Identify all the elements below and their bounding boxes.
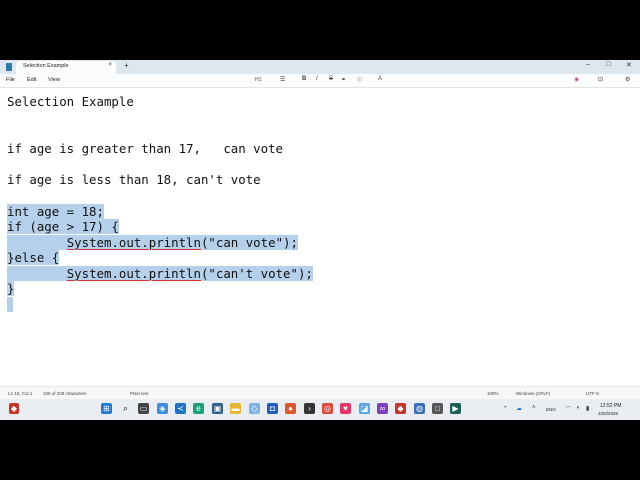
close-window-button[interactable]: ✕ bbox=[626, 61, 632, 69]
menu-file[interactable]: File bbox=[6, 77, 15, 83]
widgets-icon[interactable]: ◈ bbox=[157, 403, 168, 414]
bold-button[interactable]: B bbox=[302, 76, 306, 82]
volume-icon[interactable]: ◖ bbox=[576, 405, 580, 411]
battery-icon[interactable]: ▮ bbox=[586, 405, 589, 412]
format-indicator[interactable]: Plain text bbox=[130, 391, 149, 396]
zoom-level[interactable]: 100% bbox=[487, 391, 499, 396]
table-icon[interactable]: ⊞ bbox=[357, 76, 362, 83]
wifi-icon[interactable]: ◠ bbox=[566, 405, 571, 412]
share-icon[interactable]: ⊡ bbox=[598, 76, 603, 83]
outlook-icon[interactable]: ◘ bbox=[267, 403, 278, 414]
code-line-4: }else { bbox=[7, 250, 60, 265]
taskbar: ◆ ⊞ ⌕ ▭ ◈ ≺ e ▣ ▬ ◇ ◘ ● › ◎ ♥ ◪ ∞ ◆ ◍ □ … bbox=[0, 399, 640, 420]
tab-selection-example[interactable]: Selection Example × bbox=[16, 61, 116, 74]
app-icon[interactable]: ◪ bbox=[359, 403, 370, 414]
minimize-button[interactable]: – bbox=[586, 61, 590, 68]
clear-format-icon[interactable]: A bbox=[378, 76, 382, 82]
tab-close-icon[interactable]: × bbox=[108, 62, 112, 68]
terminal-icon[interactable]: › bbox=[304, 403, 315, 414]
firefox-icon[interactable]: ● bbox=[285, 403, 296, 414]
code-line-5: System.out.println("can't vote"); bbox=[7, 266, 313, 281]
cloud-icon[interactable]: ☁ bbox=[516, 405, 522, 412]
code-text: int age = 18; bbox=[7, 204, 104, 219]
search-icon[interactable]: ⌕ bbox=[120, 403, 131, 414]
link-icon[interactable]: ⚭ bbox=[341, 76, 346, 83]
selection-end-marker bbox=[7, 297, 13, 312]
menu-edit[interactable]: Edit bbox=[27, 77, 36, 83]
text-line-1: if age is greater than 17, can vote bbox=[7, 141, 284, 156]
code-text: if (age > 17) { bbox=[7, 219, 119, 234]
clock-date[interactable]: 3/20/2026 bbox=[598, 411, 618, 416]
code-indent bbox=[7, 235, 67, 250]
list-icon[interactable]: ☰ bbox=[280, 76, 285, 83]
terminal-2-icon[interactable]: ▶ bbox=[450, 403, 461, 414]
app-icon[interactable]: ◇ bbox=[249, 403, 260, 414]
code-line-6: } bbox=[7, 281, 15, 296]
windows-start-icon[interactable]: ⊞ bbox=[101, 403, 112, 414]
strikethrough-button[interactable]: S bbox=[329, 76, 333, 82]
code-text: }else { bbox=[7, 250, 60, 265]
status-bar: Ln 15, Col 1 109 of 208 characters Plain… bbox=[0, 386, 640, 399]
vscode-icon[interactable]: ≺ bbox=[175, 403, 186, 414]
code-line-1: int age = 18; bbox=[7, 204, 104, 219]
code-line-2: if (age > 17) { bbox=[7, 219, 119, 234]
code-arg: ("can vote"); bbox=[200, 235, 298, 250]
chevron-up-icon[interactable]: ˄ bbox=[532, 405, 536, 411]
code-call: System.out.println bbox=[66, 266, 201, 281]
app-icon[interactable]: ◆ bbox=[395, 403, 406, 414]
text-editor[interactable]: Selection Example if age is greater than… bbox=[0, 88, 640, 386]
visual-studio-icon[interactable]: ∞ bbox=[377, 403, 388, 414]
text-line-2: if age is less than 18, can't vote bbox=[7, 172, 261, 187]
edge-icon[interactable]: e bbox=[193, 403, 204, 414]
app-tray-icon[interactable]: ◆ bbox=[9, 403, 19, 414]
network-tray-icon[interactable]: ◔ bbox=[503, 405, 507, 411]
new-tab-button[interactable]: + bbox=[124, 61, 129, 70]
code-text: } bbox=[7, 281, 15, 296]
copilot-icon[interactable]: ◉ bbox=[574, 76, 579, 83]
menu-view[interactable]: View bbox=[48, 77, 60, 83]
code-indent bbox=[7, 266, 67, 281]
settings-icon[interactable]: ⚙ bbox=[625, 76, 630, 83]
code-line-3: System.out.println("can vote"); bbox=[7, 235, 298, 250]
encoding[interactable]: UTF-8 bbox=[586, 391, 599, 396]
clock-time[interactable]: 12:52 PM bbox=[600, 403, 621, 409]
tab-title: Selection Example bbox=[23, 63, 69, 69]
language-indicator[interactable]: ENG bbox=[546, 407, 556, 412]
notepad-window: Selection Example × + – □ ✕ File Edit Vi… bbox=[0, 60, 640, 420]
code-arg: ("can't vote"); bbox=[200, 266, 313, 281]
menu-bar: File Edit View H1 ☰ B I S ⚭ ⊞ A ◉ ⊡ ⚙ bbox=[0, 74, 640, 88]
character-count: 109 of 208 characters bbox=[43, 391, 87, 396]
document-title-line: Selection Example bbox=[7, 94, 134, 109]
code-call: System.out.println bbox=[66, 235, 201, 250]
title-bar: Selection Example × + – □ ✕ bbox=[0, 60, 640, 74]
cursor-position: Ln 15, Col 1 bbox=[8, 391, 33, 396]
task-view-icon[interactable]: ▭ bbox=[138, 403, 149, 414]
store-icon[interactable]: ▣ bbox=[212, 403, 223, 414]
italic-button[interactable]: I bbox=[316, 76, 318, 82]
maximize-button[interactable]: □ bbox=[606, 61, 610, 68]
heading-dropdown[interactable]: H1 bbox=[255, 77, 261, 83]
app-icon[interactable]: ♥ bbox=[340, 403, 351, 414]
file-explorer-icon[interactable]: ▬ bbox=[230, 403, 241, 414]
security-icon[interactable]: ◍ bbox=[414, 403, 425, 414]
app-icon[interactable]: □ bbox=[432, 403, 443, 414]
notepad-app-icon bbox=[6, 63, 12, 71]
line-ending[interactable]: Windows (CRLF) bbox=[516, 391, 550, 396]
chrome-icon[interactable]: ◎ bbox=[322, 403, 333, 414]
